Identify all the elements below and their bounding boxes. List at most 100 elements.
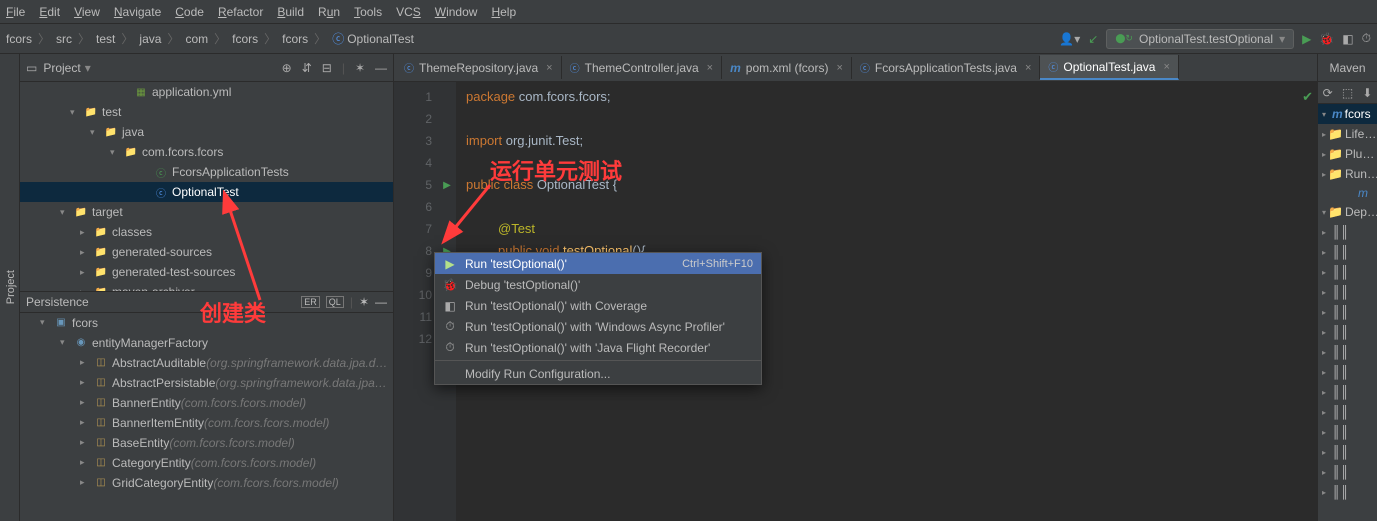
cm-modify[interactable]: Modify Run Configuration... [435, 363, 761, 384]
tree-entity[interactable]: ▸◫GridCategoryEntity (com.fcors.fcors.mo… [20, 473, 393, 493]
hide-icon[interactable]: — [375, 295, 387, 309]
maven-dep-item[interactable]: ▸║║ [1318, 382, 1377, 402]
strip-tab-structure[interactable]: Structure [0, 257, 3, 318]
refresh-icon[interactable]: ⟳ [1323, 86, 1333, 100]
maven-dep-item[interactable]: ▸║║ [1318, 262, 1377, 282]
build-icon[interactable]: ↙ [1088, 32, 1098, 46]
crumb[interactable]: com [185, 32, 208, 46]
menu-refactor[interactable]: Refactor [218, 5, 263, 19]
maven-run[interactable]: ▸📁Run… [1318, 164, 1377, 184]
cm-debug[interactable]: 🐞Debug 'testOptional()' [435, 274, 761, 295]
crumb[interactable]: fcors [6, 32, 32, 46]
cm-jfr[interactable]: ⏱Run 'testOptional()' with 'Java Flight … [435, 337, 761, 358]
crumb[interactable]: java [139, 32, 161, 46]
project-panel-title[interactable]: Project ▾ [43, 61, 275, 75]
maven-deps[interactable]: ▾📁Dep… [1318, 202, 1377, 222]
run-class-icon[interactable]: ▶ [438, 174, 456, 196]
run-button[interactable]: ▶ [1302, 32, 1311, 46]
tree-folder[interactable]: ▸📁classes [20, 222, 393, 242]
maven-dep-item[interactable]: ▸║║ [1318, 362, 1377, 382]
crumb[interactable]: src [56, 32, 72, 46]
tree-folder[interactable]: ▸📁maven-archiver [20, 282, 393, 291]
menu-run[interactable]: Run [318, 5, 340, 19]
editor-tab[interactable]: ⓒThemeRepository.java× [396, 56, 562, 79]
tree-file[interactable]: ▦application.yml [20, 82, 393, 102]
tree-folder[interactable]: ▾📁test [20, 102, 393, 122]
maven-plugins[interactable]: ▸📁Plu… [1318, 144, 1377, 164]
crumb[interactable]: fcors [232, 32, 258, 46]
tree-class[interactable]: ⓒFcorsApplicationTests [20, 162, 393, 182]
tree-entity[interactable]: ▸◫BaseEntity (com.fcors.fcors.model) [20, 433, 393, 453]
close-icon[interactable]: × [546, 62, 552, 74]
maven-lifecycle[interactable]: ▸📁Life… [1318, 124, 1377, 144]
maven-dep-item[interactable]: ▸║║ [1318, 442, 1377, 462]
collapse-icon[interactable]: ⊟ [322, 61, 332, 75]
menu-build[interactable]: Build [277, 5, 304, 19]
debug-button[interactable]: 🐞 [1319, 32, 1334, 46]
sql-icon[interactable]: QL [326, 296, 344, 308]
tree-emf[interactable]: ▾◉entityManagerFactory [20, 333, 393, 353]
maven-dep-item[interactable]: ▸║║ [1318, 322, 1377, 342]
maven-header[interactable]: Maven [1318, 54, 1377, 82]
crumb[interactable]: fcors [282, 32, 308, 46]
crumb-active[interactable]: ⓒ OptionalTest [332, 30, 414, 47]
er-icon[interactable]: ER [301, 296, 320, 308]
editor-tab-active[interactable]: ⓒOptionalTest.java× [1040, 55, 1179, 80]
maven-dep-item[interactable]: ▸║║ [1318, 422, 1377, 442]
menu-navigate[interactable]: Navigate [114, 5, 161, 19]
menu-code[interactable]: Code [175, 5, 204, 19]
hide-icon[interactable]: — [375, 61, 387, 75]
tree-entity[interactable]: ▸◫AbstractAuditable (org.springframework… [20, 353, 393, 373]
editor-tab[interactable]: mpom.xml (fcors)× [722, 57, 852, 79]
coverage-button[interactable]: ◧ [1342, 32, 1353, 46]
maven-dep-item[interactable]: ▸║║ [1318, 402, 1377, 422]
run-config-selector[interactable]: ⬤↻ OptionalTest.testOptional ▾ [1106, 29, 1294, 49]
generate-icon[interactable]: ⬚ [1342, 86, 1353, 100]
menu-edit[interactable]: Edit [39, 5, 60, 19]
maven-dep-item[interactable]: ▸║║ [1318, 222, 1377, 242]
tree-entity[interactable]: ▸◫AbstractPersistable (org.springframewo… [20, 373, 393, 393]
cm-profiler[interactable]: ⏱Run 'testOptional()' with 'Windows Asyn… [435, 316, 761, 337]
menu-window[interactable]: Window [435, 5, 478, 19]
tree-folder[interactable]: ▾📁target [20, 202, 393, 222]
close-icon[interactable]: × [836, 62, 842, 74]
persistence-tree: ▾▣fcors ▾◉entityManagerFactory ▸◫Abstrac… [20, 313, 393, 521]
cm-run[interactable]: ▶Run 'testOptional()'Ctrl+Shift+F10 [435, 253, 761, 274]
tree-module[interactable]: ▾▣fcors [20, 313, 393, 333]
user-icon[interactable]: 👤▾ [1059, 32, 1080, 46]
close-icon[interactable]: × [707, 62, 713, 74]
maven-root[interactable]: ▾mfcors [1318, 104, 1377, 124]
maven-dep-item[interactable]: ▸║║ [1318, 242, 1377, 262]
tree-folder[interactable]: ▸📁generated-test-sources [20, 262, 393, 282]
menu-help[interactable]: Help [491, 5, 516, 19]
expand-icon[interactable]: ⇵ [302, 61, 312, 75]
tree-entity[interactable]: ▸◫BannerEntity (com.fcors.fcors.model) [20, 393, 393, 413]
maven-dep-item[interactable]: ▸║║ [1318, 462, 1377, 482]
strip-tab-project[interactable]: Project [3, 262, 19, 312]
close-icon[interactable]: × [1163, 61, 1169, 73]
crumb[interactable]: test [96, 32, 115, 46]
tree-entity[interactable]: ▸◫BannerItemEntity (com.fcors.fcors.mode… [20, 413, 393, 433]
profile-button[interactable]: ⏱ [1362, 31, 1371, 46]
maven-dep-item[interactable]: ▸║║ [1318, 282, 1377, 302]
tree-class-selected[interactable]: ⓒOptionalTest [20, 182, 393, 202]
maven-dep-item[interactable]: ▸║║ [1318, 482, 1377, 502]
cm-coverage[interactable]: ◧Run 'testOptional()' with Coverage [435, 295, 761, 316]
gear-icon[interactable]: ✶ [359, 295, 369, 309]
maven-dep-item[interactable]: ▸║║ [1318, 302, 1377, 322]
menu-tools[interactable]: Tools [354, 5, 382, 19]
menu-view[interactable]: View [74, 5, 100, 19]
menu-file[interactable]: File [6, 5, 25, 19]
tree-entity[interactable]: ▸◫CategoryEntity (com.fcors.fcors.model) [20, 453, 393, 473]
locate-icon[interactable]: ⊕ [282, 61, 292, 75]
editor-tab[interactable]: ⓒThemeController.java× [562, 56, 723, 79]
tree-folder[interactable]: ▸📁generated-sources [20, 242, 393, 262]
download-icon[interactable]: ⬇ [1362, 86, 1372, 100]
close-icon[interactable]: × [1025, 62, 1031, 74]
settings-icon[interactable]: ✶ [355, 61, 365, 75]
maven-dep-item[interactable]: ▸║║ [1318, 342, 1377, 362]
editor-tab[interactable]: ⓒFcorsApplicationTests.java× [852, 56, 1041, 79]
tree-folder[interactable]: ▾📁java [20, 122, 393, 142]
tree-package[interactable]: ▾📁com.fcors.fcors [20, 142, 393, 162]
menu-vcs[interactable]: VCS [396, 5, 421, 19]
